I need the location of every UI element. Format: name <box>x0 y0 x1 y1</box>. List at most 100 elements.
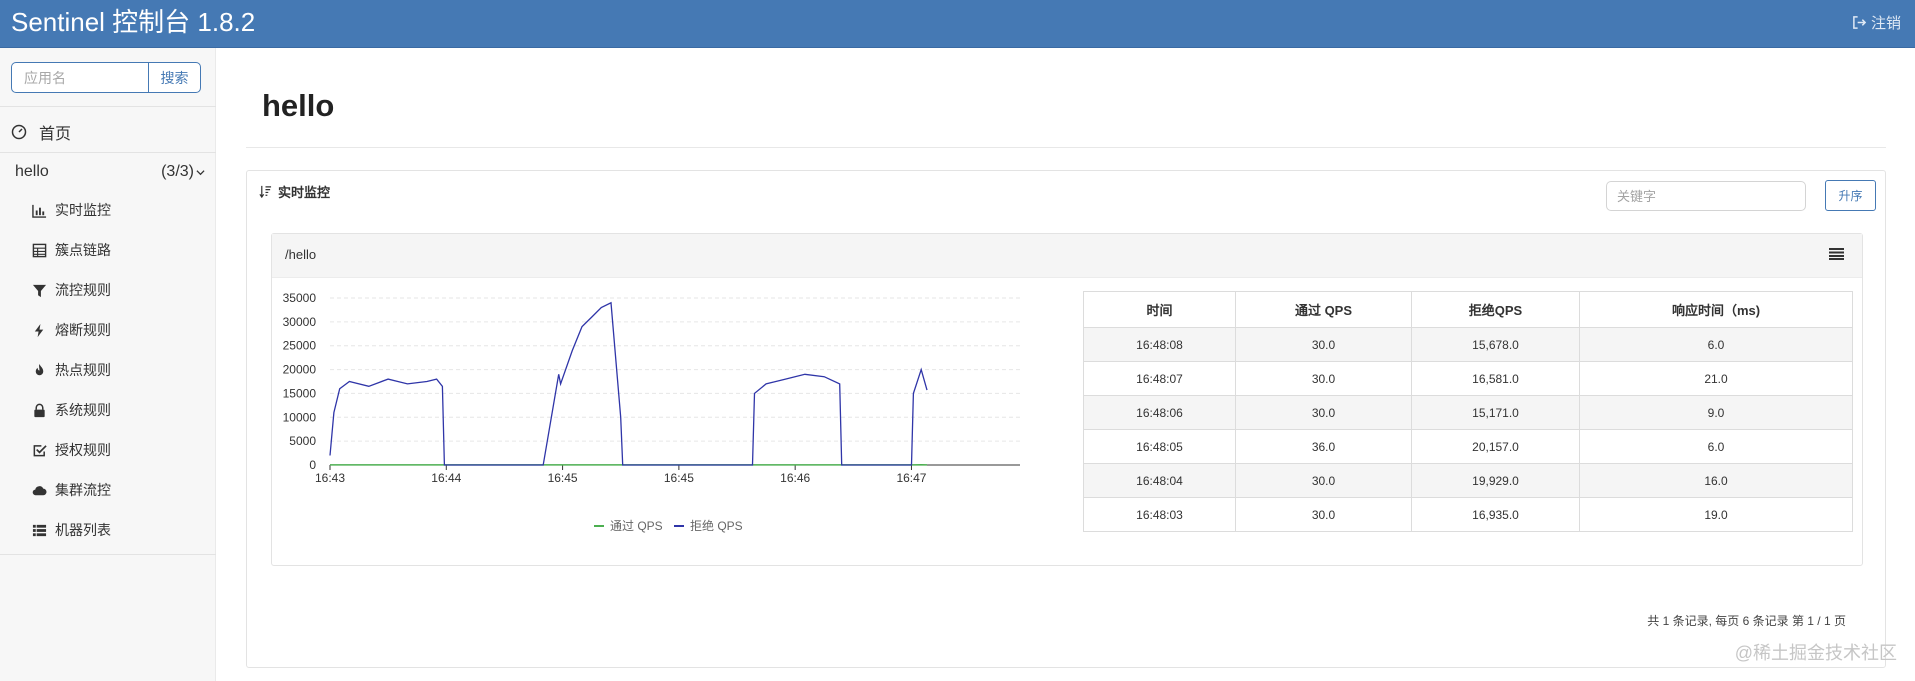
qps-line-chart: 0 5000 10000 15000 20000 25000 30000 35000 16:43… <box>283 291 1020 533</box>
y-tick-label: 25000 <box>283 339 317 353</box>
cell-pass-qps: 30.0 <box>1235 395 1412 430</box>
table-row: 16:48:06 30.0 15,171.0 9.0 <box>1083 395 1853 430</box>
cell-time: 16:48:03 <box>1083 497 1236 532</box>
column-header-block-qps: 拒绝QPS <box>1411 291 1580 328</box>
y-tick-label: 0 <box>309 458 316 472</box>
y-tick-label: 20000 <box>283 363 317 377</box>
cell-block-qps: 19,929.0 <box>1411 463 1580 498</box>
sidebar-item-authority-rules[interactable]: 授权规则 <box>32 440 111 460</box>
hamburger-menu-icon[interactable] <box>1829 248 1844 260</box>
fire-icon <box>35 363 44 375</box>
cell-block-qps: 15,171.0 <box>1411 395 1580 430</box>
cell-response-time: 9.0 <box>1579 395 1853 430</box>
sidebar-divider <box>0 152 216 153</box>
resource-name: /hello <box>285 247 317 262</box>
sidebar-item-label: 系统规则 <box>55 402 111 418</box>
sidebar-item-cluster-link[interactable]: 簇点链路 <box>32 240 111 260</box>
cell-pass-qps: 30.0 <box>1235 463 1412 498</box>
panel-heading: 实时监控 <box>259 182 330 201</box>
sidebar-item-system-rules[interactable]: 系统规则 <box>32 400 111 420</box>
realtime-monitor-panel: 实时监控 升序 /hello 0 5000 10000 15000 20000 25000… <box>246 170 1886 668</box>
sidebar: 搜索 首页 hello (3/3) 实时监控 簇点链路 流控规则 熔断规则 热点… <box>0 48 216 681</box>
list-icon <box>32 524 47 536</box>
sign-out-icon <box>1853 16 1867 29</box>
check-square-icon <box>33 444 47 456</box>
sidebar-item-flow-rules[interactable]: 流控规则 <box>32 280 111 300</box>
dashboard-icon <box>11 124 27 140</box>
cell-time: 16:48:04 <box>1083 463 1236 498</box>
top-header: Sentinel 控制台 1.8.2 注销 <box>0 0 1915 48</box>
cell-response-time: 21.0 <box>1579 361 1853 396</box>
cell-block-qps: 16,935.0 <box>1411 497 1580 532</box>
sidebar-item-degrade-rules[interactable]: 熔断规则 <box>32 320 111 340</box>
x-tick-label: 16:45 <box>664 471 694 485</box>
x-tick-label: 16:44 <box>431 471 461 485</box>
filter-icon <box>32 284 47 297</box>
cell-response-time: 16.0 <box>1579 463 1853 498</box>
logout-label: 注销 <box>1870 15 1901 32</box>
cell-pass-qps: 30.0 <box>1235 327 1412 362</box>
sidebar-home-label: 首页 <box>39 126 72 143</box>
app-count-group: (3/3) <box>161 163 205 181</box>
sort-ascending-button[interactable]: 升序 <box>1825 180 1876 211</box>
cell-pass-qps: 30.0 <box>1235 361 1412 396</box>
sidebar-item-label: 簇点链路 <box>55 242 111 258</box>
y-tick-label: 10000 <box>283 410 317 424</box>
x-tick-label: 16:45 <box>548 471 578 485</box>
legend-pass-qps-label: 通过 QPS <box>610 519 663 533</box>
app-search-button[interactable]: 搜索 <box>148 62 201 93</box>
resource-card: /hello 0 5000 10000 15000 20000 25000 30000 350… <box>271 233 1863 566</box>
pagination-info: 共 1 条记录, 每页 6 条记录 第 1 / 1 页 <box>1647 614 1846 628</box>
metrics-table: 时间 通过 QPS 拒绝QPS 响应时间（ms) 16:48:08 30.0 1… <box>1083 291 1853 532</box>
sidebar-divider <box>0 106 216 107</box>
lock-icon <box>34 403 45 417</box>
legend-block-qps-label: 拒绝 QPS <box>690 518 743 533</box>
cell-pass-qps: 30.0 <box>1235 497 1412 532</box>
cell-block-qps: 16,581.0 <box>1411 361 1580 396</box>
table-header-row: 时间 通过 QPS 拒绝QPS 响应时间（ms) <box>1083 291 1853 328</box>
x-tick-label: 16:46 <box>780 471 810 485</box>
chevron-down-icon <box>196 169 205 175</box>
sidebar-divider <box>0 554 216 555</box>
cell-response-time: 19.0 <box>1579 497 1853 532</box>
x-tick-label: 16:47 <box>896 471 926 485</box>
app-machine-count: (3/3) <box>161 163 194 180</box>
sidebar-item-cluster-flow[interactable]: 集群流控 <box>32 480 111 500</box>
bar-chart-icon <box>32 204 47 218</box>
cell-response-time: 6.0 <box>1579 429 1853 464</box>
sidebar-item-machine-list[interactable]: 机器列表 <box>32 520 111 540</box>
table-row: 16:48:05 36.0 20,157.0 6.0 <box>1083 429 1853 464</box>
cell-time: 16:48:06 <box>1083 395 1236 430</box>
table-row: 16:48:03 30.0 16,935.0 19.0 <box>1083 497 1853 532</box>
cell-response-time: 6.0 <box>1579 327 1853 362</box>
cell-time: 16:48:05 <box>1083 429 1236 464</box>
sidebar-item-label: 实时监控 <box>55 202 111 218</box>
table-row: 16:48:07 30.0 16,581.0 21.0 <box>1083 361 1853 396</box>
y-tick-label: 5000 <box>289 434 316 448</box>
sort-icon <box>259 185 272 198</box>
app-title: Sentinel 控制台 1.8.2 <box>11 7 256 37</box>
sidebar-item-hotspot-rules[interactable]: 热点规则 <box>32 360 111 380</box>
table-row: 16:48:08 30.0 15,678.0 6.0 <box>1083 327 1853 362</box>
sidebar-item-label: 流控规则 <box>55 282 111 298</box>
sidebar-item-realtime-monitor[interactable]: 实时监控 <box>32 200 111 220</box>
cell-time: 16:48:08 <box>1083 327 1236 362</box>
page-title: hello <box>262 88 335 123</box>
logout-button[interactable]: 注销 <box>1852 12 1901 33</box>
cell-time: 16:48:07 <box>1083 361 1236 396</box>
app-search-input[interactable] <box>11 62 148 93</box>
sidebar-item-label: 机器列表 <box>55 522 111 538</box>
keyword-search-input[interactable] <box>1606 181 1806 211</box>
table-row: 16:48:04 30.0 19,929.0 16.0 <box>1083 463 1853 498</box>
sidebar-item-home[interactable]: 首页 <box>11 120 71 144</box>
table-icon <box>32 243 47 257</box>
title-divider <box>246 147 1886 148</box>
sidebar-app-hello[interactable]: hello (3/3) <box>15 163 205 181</box>
watermark: @稀土掘金技术社区 <box>1734 643 1897 663</box>
sidebar-item-label: 集群流控 <box>55 482 111 498</box>
sidebar-item-label: 授权规则 <box>55 442 111 458</box>
resource-card-header: /hello <box>272 234 1862 278</box>
y-tick-label: 30000 <box>283 315 317 329</box>
cell-pass-qps: 36.0 <box>1235 429 1412 464</box>
column-header-time: 时间 <box>1083 291 1236 328</box>
